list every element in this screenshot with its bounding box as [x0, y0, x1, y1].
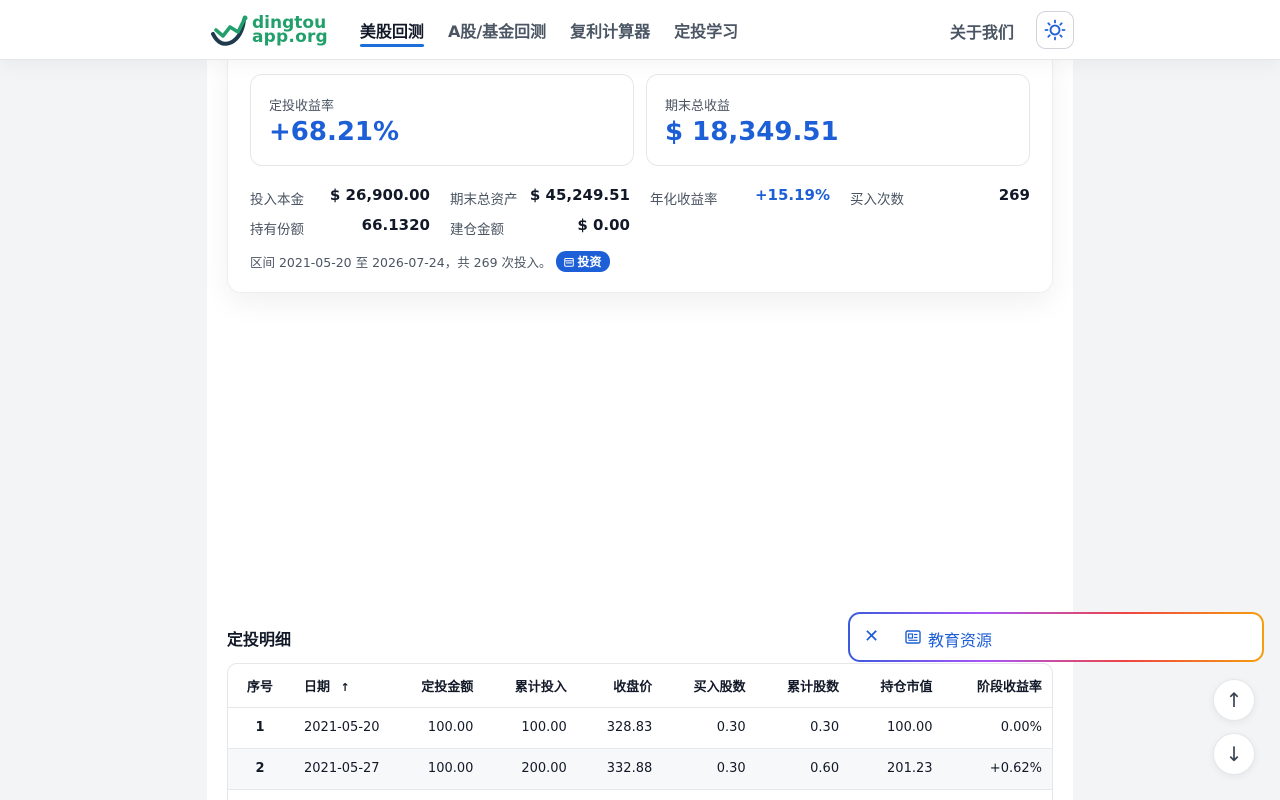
range-summary: 区间 2021-05-20 至 2026-07-24，共 269 次投入。 投资 — [250, 251, 610, 272]
logo-org-text: .org — [288, 27, 328, 47]
theme-toggle-button[interactable] — [1036, 11, 1074, 49]
kpi-return-rate: 定投收益率 +68.21% — [250, 74, 634, 166]
stat-value: $ 45,249.51 — [529, 186, 630, 204]
stat-label: 持有份额 — [250, 222, 304, 238]
arrow-up-icon: ↑ — [1225, 688, 1243, 712]
stat-value: +15.19% — [754, 186, 830, 204]
stat-label: 买入次数 — [850, 192, 904, 208]
table-row-partial — [228, 789, 1052, 800]
kpi-return-rate-value: +68.21% — [269, 117, 400, 147]
nav-us-stock-backtest[interactable]: 美股回测 — [360, 0, 425, 60]
cell-date: 2021-05-27 — [292, 748, 392, 790]
site-logo[interactable]: dingtou app.org — [210, 12, 328, 48]
main-nav: 美股回测 A股/基金回测 复利计算器 定投学习 — [360, 0, 762, 60]
nav-a-share-fund-backtest[interactable]: A股/基金回测 — [448, 0, 546, 60]
col-index[interactable]: 序号 — [228, 664, 292, 708]
stat-label: 建仓金额 — [450, 222, 504, 238]
calendar-icon — [563, 257, 574, 267]
col-date-label: 日期 — [304, 679, 331, 695]
nav-compound-calculator[interactable]: 复利计算器 — [570, 0, 650, 60]
close-icon[interactable]: ✕ — [864, 626, 879, 647]
stat-value: 269 — [998, 186, 1030, 204]
cell-cumulative-invest: 200.00 — [485, 748, 579, 790]
cell-close-price: 328.83 — [578, 707, 665, 749]
stat-label: 投入本金 — [250, 192, 304, 208]
col-date[interactable]: 日期 ↑ — [292, 664, 392, 708]
details-table: 序号 日期 ↑ 定投金额 累计投入 收盘价 买入股数 累计股数 持仓市值 阶段收… — [227, 663, 1053, 800]
scroll-up-button[interactable]: ↑ — [1213, 679, 1255, 721]
col-cumulative-invest[interactable]: 累计投入 — [485, 664, 579, 708]
header-inner: dingtou app.org 美股回测 A股/基金回测 复利计算器 定投学习 … — [207, 0, 1074, 60]
sort-asc-icon: ↑ — [340, 680, 350, 694]
cell-close-price: 332.88 — [578, 748, 665, 790]
result-summary-card: 定投收益率 +68.21% 期末总收益 $ 18,349.51 投入本金 $ 2… — [227, 40, 1053, 293]
stat-principal: 投入本金 $ 26,900.00 — [250, 186, 430, 208]
cell-date: 2021-05-20 — [292, 707, 392, 749]
sun-icon — [1044, 19, 1066, 41]
cell-cumulative-invest: 100.00 — [485, 707, 579, 749]
main-content: 定投收益率 +68.21% 期末总收益 $ 18,349.51 投入本金 $ 2… — [207, 0, 1073, 800]
details-table-grid: 序号 日期 ↑ 定投金额 累计投入 收盘价 买入股数 累计股数 持仓市值 阶段收… — [228, 664, 1052, 800]
arrow-down-icon: ↓ — [1225, 742, 1243, 766]
col-shares-bought[interactable]: 买入股数 — [664, 664, 758, 708]
col-close-price[interactable]: 收盘价 — [578, 664, 665, 708]
cell-dca-amount: 100.00 — [392, 748, 486, 790]
col-market-value[interactable]: 持仓市值 — [851, 664, 945, 708]
cell-market-value: 201.23 — [851, 748, 945, 790]
newspaper-icon — [905, 630, 921, 644]
education-resources-panel: ✕ 教育资源 — [848, 612, 1264, 662]
stat-label: 年化收益率 — [650, 192, 718, 208]
stat-total-assets: 期末总资产 $ 45,249.51 — [450, 186, 630, 208]
top-navigation-bar: dingtou app.org 美股回测 A股/基金回测 复利计算器 定投学习 … — [0, 0, 1280, 60]
cell-shares-bought: 0.30 — [664, 748, 758, 790]
stat-annualized-return: 年化收益率 +15.19% — [650, 186, 830, 208]
details-section-title: 定投明细 — [227, 630, 292, 649]
logo-app-text: app — [252, 27, 289, 47]
nav-dca-learning[interactable]: 定投学习 — [674, 0, 738, 60]
cell-dca-amount: 100.00 — [392, 707, 486, 749]
stat-initial-position: 建仓金额 $ 0.00 — [450, 216, 630, 238]
table-row: 1 2021-05-20 100.00 100.00 328.83 0.30 0… — [228, 707, 1052, 749]
col-period-return[interactable]: 阶段收益率 — [944, 664, 1052, 708]
logo-wordmark: dingtou app.org — [252, 15, 328, 47]
cell-index: 1 — [228, 707, 292, 749]
table-row: 2 2021-05-27 100.00 200.00 332.88 0.30 0… — [228, 748, 1052, 790]
stat-buy-count: 买入次数 269 — [850, 186, 1030, 208]
col-cumulative-shares[interactable]: 累计股数 — [757, 664, 852, 708]
logo-line-2: app.org — [252, 27, 328, 47]
invest-badge-label: 投资 — [577, 255, 602, 269]
kpi-total-profit-label: 期末总收益 — [665, 99, 731, 114]
kpi-total-profit-value: $ 18,349.51 — [665, 117, 839, 147]
kpi-total-profit: 期末总收益 $ 18,349.51 — [646, 74, 1030, 166]
logo-chart-icon — [211, 15, 248, 46]
stat-value: $ 0.00 — [577, 216, 630, 234]
nav-about-us[interactable]: 关于我们 — [950, 19, 1014, 43]
cell-market-value: 100.00 — [851, 707, 945, 749]
stat-value: 66.1320 — [361, 216, 430, 234]
table-header-row: 序号 日期 ↑ 定投金额 累计投入 收盘价 买入股数 累计股数 持仓市值 阶段收… — [228, 664, 1052, 708]
cell-index: 2 — [228, 748, 292, 790]
stat-shares-held: 持有份额 66.1320 — [250, 216, 430, 238]
scroll-down-button[interactable]: ↓ — [1213, 733, 1255, 775]
education-panel-inner: ✕ 教育资源 — [850, 614, 1262, 660]
cell-period-return: 0.00% — [944, 707, 1052, 749]
cell-cumulative-shares: 0.60 — [757, 748, 852, 790]
cell-period-return: +0.62% — [944, 748, 1052, 790]
invest-badge[interactable]: 投资 — [555, 251, 610, 272]
cell-shares-bought: 0.30 — [664, 707, 758, 749]
education-resources-link[interactable]: 教育资源 — [928, 627, 992, 651]
cell-cumulative-shares: 0.30 — [757, 707, 852, 749]
col-dca-amount[interactable]: 定投金额 — [392, 664, 486, 708]
kpi-return-rate-label: 定投收益率 — [269, 99, 335, 114]
stat-label: 期末总资产 — [450, 192, 518, 208]
table-row — [228, 789, 1052, 800]
stat-value: $ 26,900.00 — [329, 186, 430, 204]
range-text: 区间 2021-05-20 至 2026-07-24，共 269 次投入。 — [250, 255, 552, 270]
